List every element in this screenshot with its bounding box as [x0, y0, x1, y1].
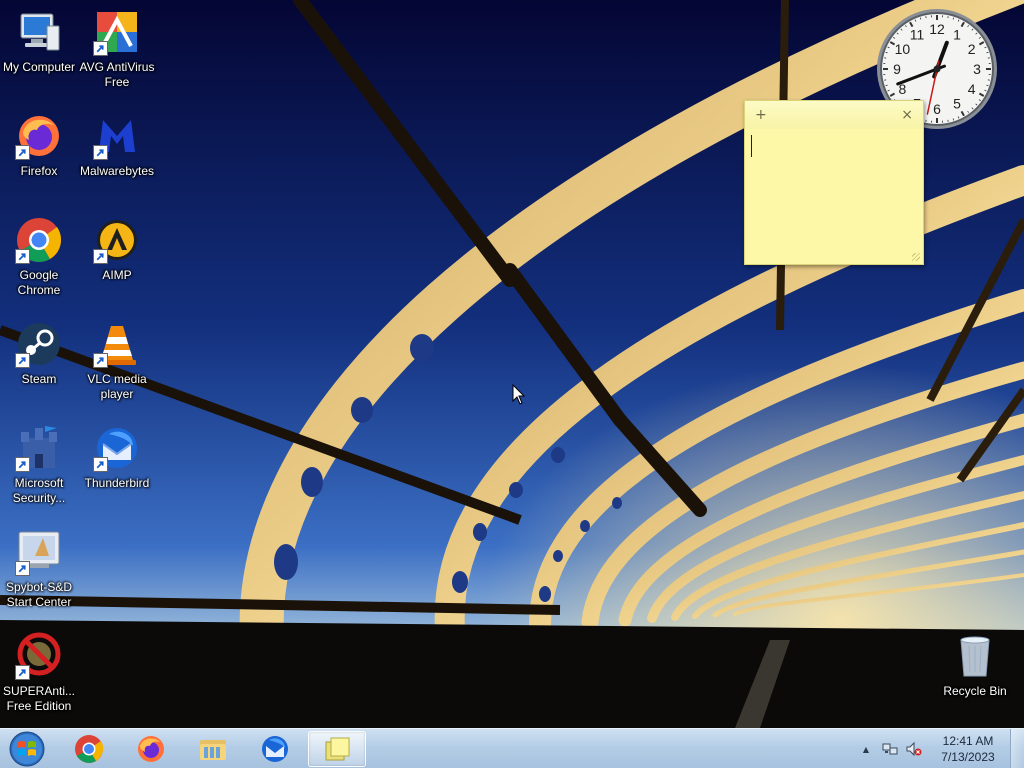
thunderbird-icon — [93, 424, 141, 472]
firefox-icon — [138, 736, 164, 762]
clock-numeral: 5 — [953, 96, 961, 112]
system-clock-date: 7/13/2023 — [941, 750, 995, 764]
show-hidden-icons-button[interactable]: ▲ — [857, 740, 875, 758]
thunderbird-icon — [262, 736, 288, 762]
shortcut-arrow-icon — [15, 457, 30, 472]
firefox-icon — [15, 112, 63, 160]
desktop-icon-superantispyware[interactable]: SUPERAnti... Free Edition — [0, 632, 78, 714]
desktop-icon-label: Microsoft Security... — [12, 476, 66, 505]
show-desktop-button[interactable] — [1010, 729, 1024, 768]
desktop-icon-aimp[interactable]: AIMP — [78, 216, 156, 283]
chrome-icon — [15, 216, 63, 264]
volume-muted-icon[interactable] — [905, 740, 923, 758]
clock-numeral: 11 — [910, 26, 925, 42]
vlc-icon — [93, 320, 141, 368]
shortcut-arrow-icon — [93, 41, 108, 56]
microsoft-security-icon — [15, 424, 63, 472]
desktop-icon-my-computer[interactable]: My Computer — [0, 8, 78, 75]
sticky-notes-icon — [325, 737, 350, 761]
shortcut-arrow-icon — [15, 561, 30, 576]
file-explorer-icon — [200, 740, 226, 760]
desktop-icon-label: My Computer — [2, 60, 76, 74]
malwarebytes-icon — [93, 112, 141, 160]
superantispyware-icon — [15, 632, 63, 680]
desktop-icon-microsoft-security[interactable]: Microsoft Security... — [0, 424, 78, 506]
clock-numeral: 1 — [953, 26, 961, 42]
shortcut-arrow-icon — [15, 145, 30, 160]
desktop-icon-vlc[interactable]: VLC media player — [78, 320, 156, 402]
desktop-icon-google-chrome[interactable]: Google Chrome — [0, 216, 78, 298]
desktop-icon-label: Malwarebytes — [79, 164, 155, 178]
desktop-icon-label: AVG AntiVirus Free — [79, 60, 155, 89]
shortcut-arrow-icon — [93, 145, 108, 160]
desktop-icon-steam[interactable]: Steam — [0, 320, 78, 387]
start-button[interactable] — [4, 730, 50, 768]
avg-icon — [93, 8, 141, 56]
desktop-icon-firefox[interactable]: Firefox — [0, 112, 78, 179]
clock-numeral: 4 — [968, 81, 976, 97]
shortcut-arrow-icon — [15, 353, 30, 368]
desktop-icon-label: Steam — [21, 372, 57, 386]
desktop-icon-avg-antivirus[interactable]: AVG AntiVirus Free — [78, 8, 156, 90]
network-icon[interactable] — [881, 740, 899, 758]
desktop-icon-label: AIMP — [102, 268, 132, 282]
desktop-icon-label: Thunderbird — [84, 476, 150, 490]
system-clock[interactable]: 12:41 AM 7/13/2023 — [932, 733, 1004, 765]
shortcut-arrow-icon — [93, 353, 108, 368]
taskbar-firefox-button[interactable] — [122, 731, 180, 767]
shortcut-arrow-icon — [15, 249, 30, 264]
clock-numeral: 9 — [893, 61, 901, 77]
resize-grip-icon[interactable] — [912, 253, 920, 261]
clock-numeral: 10 — [895, 41, 911, 57]
clock-numeral: 6 — [933, 101, 941, 117]
clock-numeral: 12 — [929, 21, 945, 37]
windows-logo-icon — [9, 731, 45, 767]
chrome-icon — [75, 735, 104, 763]
taskbar-sticky-notes-button[interactable] — [308, 731, 366, 767]
taskbar-chrome-button[interactable] — [60, 731, 118, 767]
desktop-icon-thunderbird[interactable]: Thunderbird — [78, 424, 156, 491]
desktop-icon-recycle-bin[interactable]: Recycle Bin — [936, 632, 1014, 699]
spybot-icon — [15, 528, 63, 576]
sticky-note-titlebar[interactable]: + × — [745, 101, 923, 129]
system-tray: ▲ 12:41 AM 7/13/2023 — [854, 729, 1024, 768]
sticky-note-add-button[interactable]: + — [755, 107, 767, 123]
taskbar-file-explorer-button[interactable] — [184, 731, 242, 767]
shortcut-arrow-icon — [93, 249, 108, 264]
desktop-icon-label: Google Chrome — [17, 268, 61, 297]
aimp-icon — [93, 216, 141, 264]
taskbar-thunderbird-button[interactable] — [246, 731, 304, 767]
desktop-icon-spybot[interactable]: Spybot-S&D Start Center — [0, 528, 78, 610]
sticky-note-text[interactable] — [751, 133, 917, 250]
mouse-cursor-icon — [512, 384, 526, 405]
recycle-bin-icon — [951, 632, 999, 680]
desktop-icon-label: Spybot-S&D Start Center — [5, 580, 73, 609]
clock-numeral: 3 — [973, 61, 981, 77]
text-caret — [751, 135, 752, 157]
clock-numeral: 2 — [968, 41, 976, 57]
desktop-icon-label: SUPERAnti... Free Edition — [2, 684, 76, 713]
shortcut-arrow-icon — [15, 665, 30, 680]
computer-icon — [15, 8, 63, 56]
shortcut-arrow-icon — [93, 457, 108, 472]
desktop-icon-label: Recycle Bin — [943, 684, 1007, 698]
steam-icon — [15, 320, 63, 368]
desktop-icon-label: VLC media player — [87, 372, 147, 401]
taskbar: ▲ 12:41 AM 7/13/2023 — [0, 728, 1024, 768]
desktop-icon-label: Firefox — [20, 164, 58, 178]
desktop-icon-malwarebytes[interactable]: Malwarebytes — [78, 112, 156, 179]
sticky-note-close-button[interactable]: × — [901, 107, 913, 123]
sticky-note[interactable]: + × — [744, 100, 924, 265]
system-clock-time: 12:41 AM — [942, 734, 994, 748]
